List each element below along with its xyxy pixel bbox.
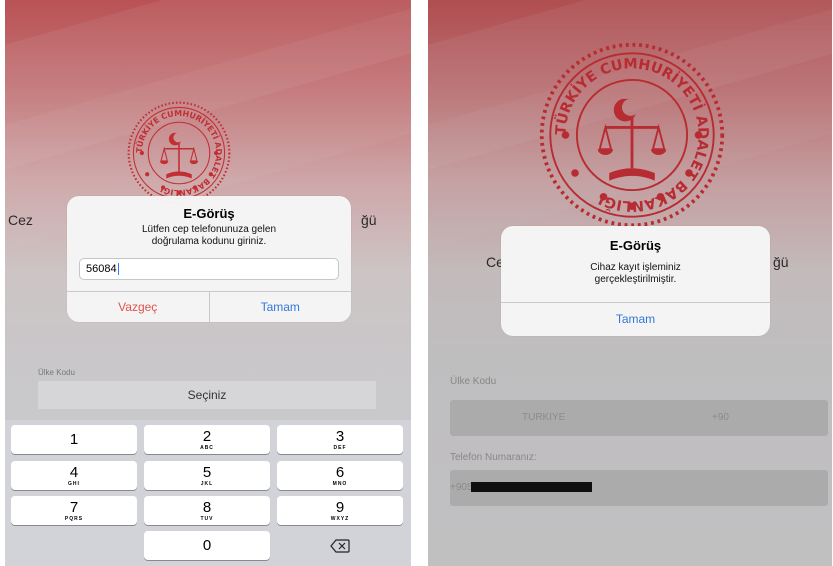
alert-message-line2: doğrulama kodunu giriniz. — [151, 236, 267, 247]
key-3[interactable]: 3 DEF — [277, 425, 403, 454]
alert-message-line1: Lütfen cep telefonunuza gelen — [142, 224, 276, 235]
cancel-button[interactable]: Vazgeç — [67, 292, 210, 322]
left-phone-screen: TÜRKİYE CUMHURİYETİ ADALET BAKANLIĞI Cez… — [5, 0, 411, 566]
key-2[interactable]: 2 ABC — [144, 425, 270, 454]
key-4[interactable]: 4 GHI — [11, 461, 137, 490]
verification-code-alert: E-Görüş Lütfen cep telefonunuza gelen do… — [67, 196, 351, 322]
delete-key[interactable] — [277, 531, 403, 560]
numeric-keypad: 1 2 ABC 3 DEF 4 GHI 5 JKL 6 MNO 7 PQRS 8 TUV 9W… — [5, 420, 411, 566]
alert-message-line2: gerçekleştirilmiştir. — [594, 274, 677, 285]
registration-success-alert: E-Görüş Cihaz kayıt işleminiz gerçekleşt… — [501, 226, 770, 336]
key-blank — [11, 531, 137, 560]
key-9[interactable]: 9 WXYZ — [277, 496, 403, 525]
backspace-icon — [330, 539, 350, 553]
ok-button[interactable]: Tamam — [501, 303, 770, 336]
key-6[interactable]: 6 MNO — [277, 461, 403, 490]
country-code-select[interactable]: Seçiniz — [38, 381, 376, 409]
right-phone-screen: TÜRKİYE CUMHURİYETİ ADALET BAKANLIĞI Ce … — [428, 0, 832, 566]
alert-message-line1: Cihaz kayıt işleminiz — [590, 262, 681, 273]
key-7[interactable]: 7 PQRS — [11, 496, 137, 525]
alert-button-row: Tamam — [501, 302, 770, 336]
alert-title: E-Görüş — [183, 206, 235, 221]
key-8[interactable]: 8 TUV — [144, 496, 270, 525]
ok-button[interactable]: Tamam — [210, 292, 352, 322]
alert-button-row: Vazgeç Tamam — [67, 291, 351, 322]
key-0[interactable]: 0 — [144, 531, 270, 560]
verification-code-input[interactable]: 56084 — [79, 258, 339, 280]
key-5[interactable]: 5 JKL — [144, 461, 270, 490]
text-caret — [117, 263, 119, 276]
country-code-label: Ülke Kodu — [38, 368, 75, 377]
alert-title: E-Görüş — [609, 238, 662, 253]
key-1[interactable]: 1 — [11, 425, 137, 454]
verification-code-value: 56084 — [86, 263, 117, 275]
